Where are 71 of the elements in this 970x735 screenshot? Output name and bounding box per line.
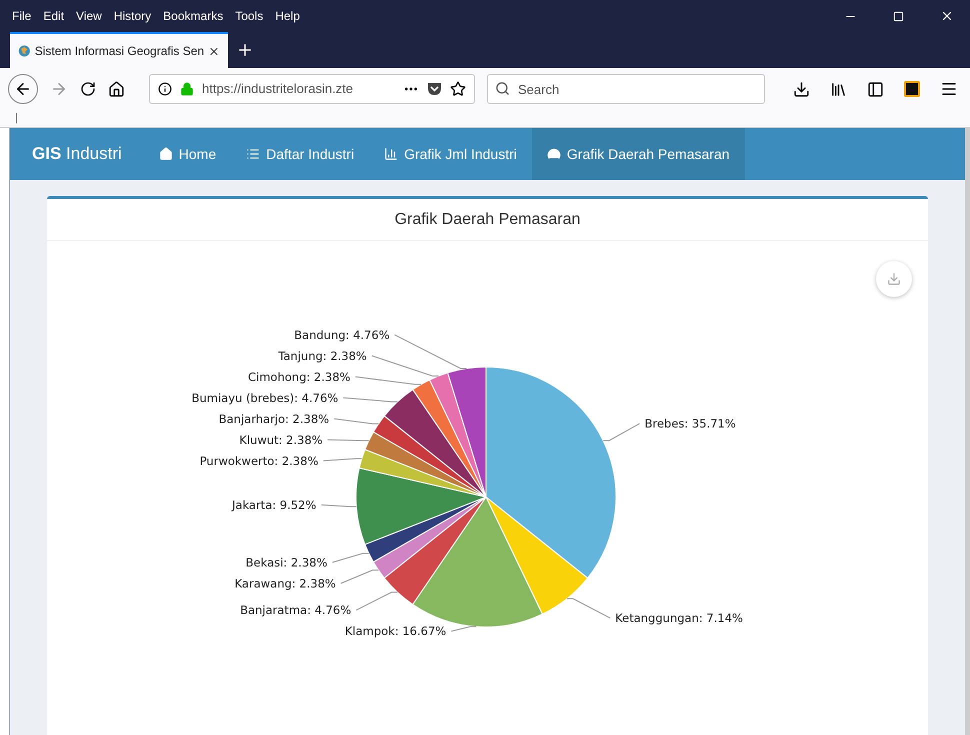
list-icon (246, 147, 260, 161)
leader-line (320, 504, 357, 508)
new-tab-icon[interactable] (236, 41, 254, 59)
leader-line (340, 570, 380, 584)
data-label: Bumiayu (brebes): 4.76% (192, 390, 338, 405)
data-label: Klampok: 16.67% (344, 624, 446, 638)
leader-line (342, 397, 398, 402)
data-label: Jakarta: 9.52% (232, 498, 316, 512)
nav-item[interactable]: Grafik Jml Industri (369, 128, 532, 180)
url-text: https://industritelorasin.zte (202, 80, 354, 98)
brand-logo[interactable]: GIS Industri (32, 141, 122, 167)
data-label: Tanjung: 2.38% (278, 348, 367, 363)
menu-item[interactable]: View (76, 7, 102, 25)
data-label: Ketanggungan: 7.14% (615, 611, 743, 626)
back-button[interactable] (8, 74, 38, 104)
leader-line (334, 418, 380, 424)
menu-item[interactable]: Bookmarks (163, 7, 224, 25)
lock-icon (180, 82, 194, 96)
shield-icon[interactable] (427, 82, 442, 96)
search-field[interactable]: Search (487, 74, 765, 104)
info-icon (158, 82, 172, 96)
maximize-icon[interactable] (893, 10, 904, 22)
data-label: Bandung: 4.76% (294, 328, 390, 342)
leader-line (450, 626, 477, 632)
home-icon (158, 147, 173, 161)
data-label: Bekasi: 2.38% (246, 555, 328, 570)
close-icon[interactable] (940, 9, 954, 23)
nav-label: Grafik Daerah Pemasaran (566, 144, 730, 164)
library-icon[interactable] (830, 80, 847, 98)
browser-tab[interactable]: Sistem Informasi Geografis Sen (10, 32, 228, 68)
data-label: Banjarharjo: 2.38% (218, 412, 330, 426)
data-label: Cimohong: 2.38% (248, 370, 350, 384)
data-label: Karawang: 2.38% (234, 576, 336, 590)
leader-line (566, 598, 611, 619)
status-text: | (15, 113, 18, 124)
menu-item[interactable]: Help (275, 7, 300, 25)
star-icon[interactable] (450, 81, 466, 97)
card-title: Grafik Daerah Pemasaran (394, 210, 580, 230)
menu-item[interactable]: Edit (43, 7, 64, 25)
nav-label: Grafik Jml Industri (404, 144, 517, 164)
nav-label: Home (178, 144, 216, 164)
menu-icon[interactable] (940, 80, 958, 98)
leader-line (602, 423, 640, 442)
menu-item[interactable]: History (114, 7, 152, 25)
leader-line (322, 458, 362, 462)
data-label: Brebes: 35.71% (644, 416, 736, 431)
download-icon (887, 272, 901, 286)
forward-icon[interactable] (50, 80, 68, 98)
leader-line (327, 439, 370, 442)
leader-line (332, 552, 370, 563)
globe-icon (18, 43, 31, 59)
menu-item[interactable]: Tools (235, 7, 264, 25)
terminal-icon[interactable] (904, 81, 920, 97)
gauge-icon (546, 147, 561, 161)
nav-item[interactable]: Grafik Daerah Pemasaran (532, 128, 745, 180)
data-label: Banjaratma: 4.76% (240, 603, 352, 618)
nav-label: Daftar Industri (266, 144, 354, 164)
menu-item[interactable]: File (12, 7, 32, 25)
data-label: Kluwut: 2.38% (239, 432, 323, 447)
tab-title: Sistem Informasi Geografis Sen (34, 43, 204, 60)
reload-icon[interactable] (80, 81, 96, 97)
nav-item[interactable]: Home (144, 128, 232, 180)
data-label: Purwokwerto: 2.38% (200, 454, 318, 468)
search-icon (495, 81, 510, 96)
sidebar-icon[interactable] (867, 80, 884, 98)
leader-line (356, 592, 398, 611)
download-icon[interactable] (793, 80, 810, 98)
address-bar[interactable]: https://industritelorasin.zte (149, 74, 475, 104)
bar-chart-icon (384, 147, 398, 161)
home-icon[interactable] (108, 80, 125, 98)
nav-item[interactable]: Daftar Industri (231, 128, 370, 180)
